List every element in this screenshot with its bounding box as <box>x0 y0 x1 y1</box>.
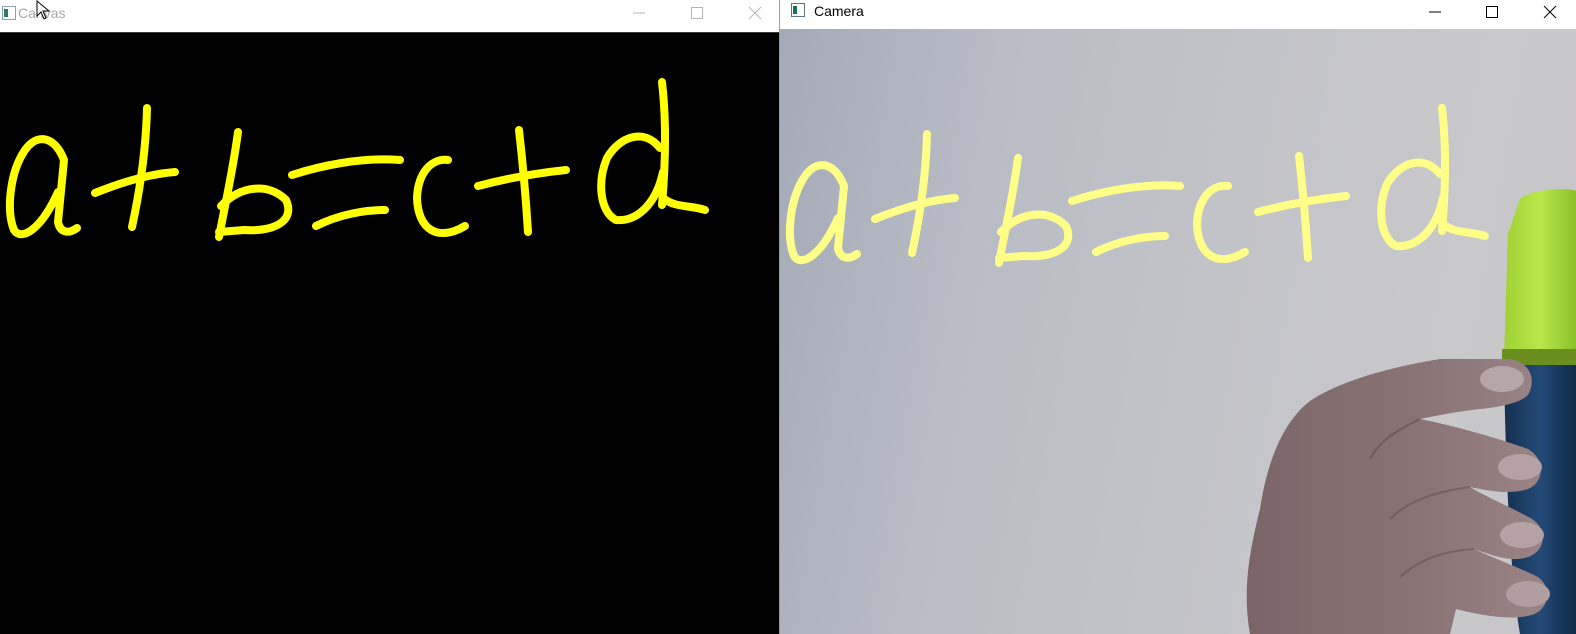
close-button[interactable] <box>740 1 770 25</box>
minimize-button[interactable] <box>624 1 654 25</box>
close-icon <box>1543 5 1557 19</box>
canvas-window[interactable]: Canvas <box>0 0 779 634</box>
canvas-titlebar[interactable]: Canvas <box>0 0 779 33</box>
opencv-window-icon <box>791 3 805 17</box>
minimize-icon <box>1429 11 1441 13</box>
close-icon <box>748 6 762 20</box>
handwritten-formula <box>790 108 1485 263</box>
maximize-button[interactable] <box>682 1 712 25</box>
camera-handwriting-overlay <box>790 108 1485 263</box>
close-button[interactable] <box>1535 0 1565 24</box>
mouse-cursor-icon <box>36 0 52 25</box>
opencv-window-icon <box>2 6 16 20</box>
canvas-drawing-area[interactable] <box>0 33 779 634</box>
canvas-handwriting <box>0 33 779 634</box>
maximize-icon <box>691 7 703 19</box>
minimize-button[interactable] <box>1420 0 1450 24</box>
window-title: Camera <box>814 3 864 19</box>
maximize-button[interactable] <box>1477 0 1507 24</box>
maximize-icon <box>1486 6 1498 18</box>
handwritten-formula <box>10 82 705 237</box>
camera-window[interactable]: Camera <box>779 0 1576 634</box>
minimize-icon <box>633 12 645 14</box>
camera-titlebar[interactable]: Camera <box>780 0 1576 29</box>
camera-frame <box>780 29 1576 634</box>
hand <box>1246 359 1550 634</box>
camera-feed <box>780 29 1576 634</box>
